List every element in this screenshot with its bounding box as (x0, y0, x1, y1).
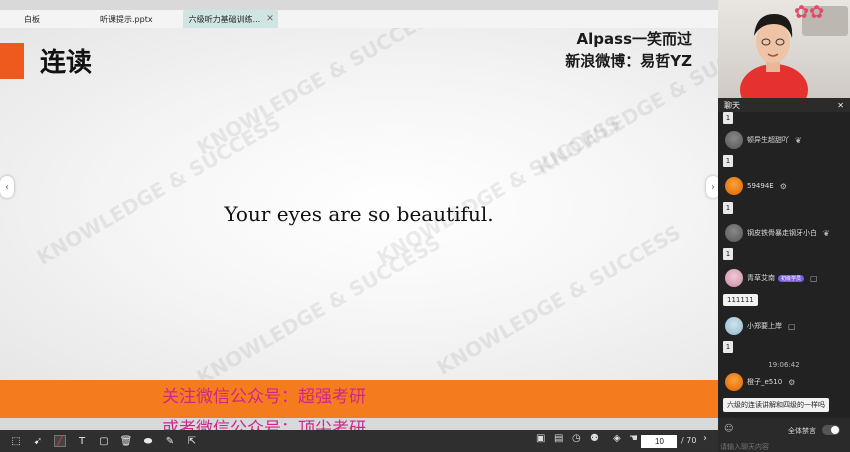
chat-username: 青草艾南 (747, 274, 775, 282)
mute-all-label: 全体禁言 (788, 427, 816, 435)
group-icon[interactable]: ⚉ (590, 433, 599, 444)
prev-slide-button[interactable]: ‹ (0, 176, 14, 198)
gallery-icon[interactable]: ▤ (554, 433, 563, 444)
chevron-right-icon: › (711, 181, 715, 193)
tab-label: 听课提示.pptx (100, 14, 153, 24)
chat-username: 小郑要上岸 (747, 322, 782, 330)
tab-label: 六级听力基础训练... (188, 14, 261, 24)
export-icon[interactable]: ⇱ (186, 435, 198, 447)
chat-message: 1 (723, 202, 733, 214)
chat-message: 1 (723, 341, 733, 353)
slide-heading: 连读 (40, 48, 93, 78)
timer-icon[interactable]: ◷ (572, 433, 581, 444)
highlighter-icon[interactable]: ✎ (164, 435, 176, 447)
chat-user: 青草艾南 初级学员 ▢ (725, 269, 818, 287)
page-number-input[interactable] (641, 435, 677, 448)
avatar (725, 317, 743, 335)
tab-label: 白板 (24, 14, 40, 24)
pointer-icon[interactable]: ➹ (32, 435, 44, 447)
chat-message: 1 (723, 155, 733, 167)
brand-block: Alpass一笑而过 新浪微博：易哲YZ (565, 28, 692, 72)
leaf-icon: ❦ (795, 135, 802, 145)
text-tool-icon[interactable]: T (76, 435, 88, 447)
select-box-icon[interactable]: ⬚ (10, 435, 22, 447)
chat-title: 聊天 (724, 100, 740, 110)
record-icon[interactable]: ▣ (536, 433, 545, 444)
watermark-text: KNOWLEDGE & SUCCESS (32, 110, 285, 270)
slide-canvas: KNOWLEDGE & SUCCESS KNOWLEDGE & SUCCESS … (0, 28, 718, 382)
chat-user: 59494E ⚙ (725, 177, 787, 195)
app-window: 白板 听课提示.pptx 六级听力基础训练... ✕ KNOWLEDGE & SU… (0, 0, 850, 452)
chat-username: 59494E (747, 182, 774, 190)
chat-user: 顿异生超甜吖 ❦ (725, 131, 802, 149)
tab-whiteboard[interactable]: 白板 (0, 10, 50, 28)
emoji-icon[interactable]: ☺ (724, 424, 733, 434)
chat-username: 橙子_e510 (747, 378, 783, 386)
bottom-toolbar: ⬚ ➹ ╱ T ▢ 🗑 ⬬ ✎ ⇱ (0, 430, 718, 452)
promo-line-1: 关注微信公众号：超强考研 (162, 387, 366, 407)
chat-username: 钢皮铁骨暴走钢牙小白 (747, 229, 817, 237)
trash-icon[interactable]: 🗑 (120, 435, 133, 447)
chat-footer: ☺ 全体禁言 (718, 418, 850, 452)
chat-input[interactable] (720, 442, 848, 452)
tab-bar: 白板 听课提示.pptx 六级听力基础训练... ✕ (0, 10, 718, 28)
brand-logo-text: Alpass一笑而过 (576, 30, 692, 48)
chevron-right-icon[interactable]: › (703, 433, 707, 444)
slide-sentence: Your eyes are so beautiful. (224, 202, 494, 226)
hand-icon[interactable]: ☚ (629, 433, 638, 444)
presenter-figure (740, 14, 808, 98)
avatar (725, 373, 743, 391)
avatar (725, 224, 743, 242)
close-icon[interactable]: ✕ (837, 101, 844, 110)
close-icon[interactable]: ✕ (266, 14, 274, 24)
chat-timestamp: 19:06:42 (768, 361, 800, 369)
teacher-camera: ✿✿ (718, 0, 850, 98)
chat-user: 橙子_e510 ⚙ (725, 373, 795, 391)
chat-message: 六级的连读讲解和四级的一样吗 (723, 398, 829, 412)
level-badge: 初级学员 (778, 274, 805, 282)
chat-message: 111111 (723, 294, 758, 306)
avatar (725, 269, 743, 287)
desktop-icon: ▢ (810, 273, 818, 283)
chat-user: 钢皮铁骨暴走钢牙小白 ❦ (725, 224, 830, 242)
leaf-icon: ❦ (823, 228, 830, 238)
avatar (725, 131, 743, 149)
brand-weibo-text: 新浪微博：易哲YZ (565, 52, 692, 70)
chat-panel: 聊天 ✕ 1 顿异生超甜吖 ❦ 1 59494E ⚙ 1 钢皮铁骨暴走钢牙小白 … (718, 98, 850, 452)
android-icon: ⚙ (779, 181, 787, 191)
desktop-icon: ▢ (788, 321, 796, 331)
chevron-left-icon: ‹ (5, 181, 9, 193)
layers-icon[interactable]: ◈ (613, 433, 621, 444)
watermark-text: KNOWLEDGE & SUCCESS (432, 220, 685, 380)
shape-tool-icon[interactable]: ▢ (98, 435, 110, 447)
chat-message: 1 (723, 248, 733, 260)
mute-all-toggle[interactable] (822, 425, 840, 435)
chat-message: 1 (723, 112, 733, 124)
heading-accent-bar (0, 43, 24, 79)
android-icon: ⚙ (788, 377, 796, 387)
pen-icon[interactable]: ╱ (54, 435, 66, 447)
chat-header: 聊天 ✕ (718, 98, 850, 112)
watermark-text: KNOWLEDGE & SUCCESS (192, 230, 445, 382)
tab-course-active[interactable]: 六级听力基础训练... ✕ (182, 10, 278, 28)
page-total: / 70 (681, 436, 697, 445)
avatar (725, 177, 743, 195)
chat-user: 小郑要上岸 ▢ (725, 317, 796, 335)
eraser-icon[interactable]: ⬬ (142, 435, 154, 447)
tab-pptx[interactable]: 听课提示.pptx (50, 10, 163, 28)
chat-username: 顿异生超甜吖 (747, 136, 789, 144)
